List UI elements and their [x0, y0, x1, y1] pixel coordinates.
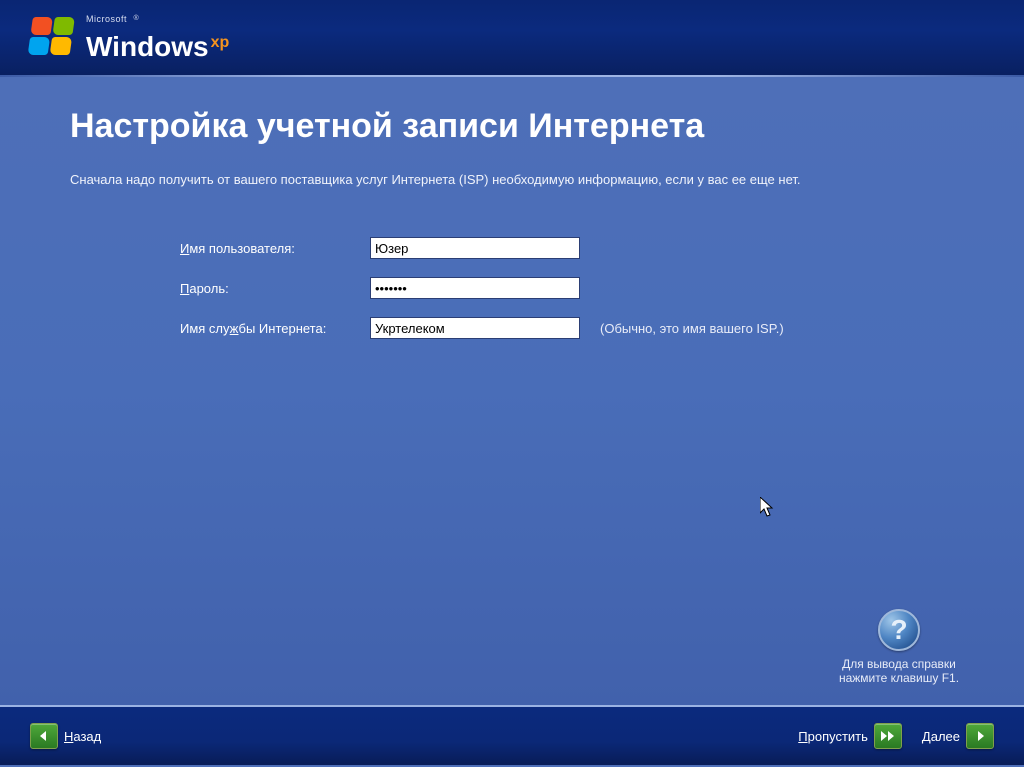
help-area: ? Для вывода справки нажмите клавишу F1. — [814, 609, 984, 685]
isp-row: Имя службы Интернета: (Обычно, это имя в… — [180, 317, 954, 339]
username-input[interactable] — [370, 237, 580, 259]
footer-bar: Назад Пропустить Далее — [0, 705, 1024, 765]
password-label: Пароль: — [180, 281, 370, 296]
brand-block: Microsoft ® Windows xp — [86, 15, 229, 61]
windows-flag-icon — [27, 17, 79, 59]
username-label: Имя пользователя: — [180, 241, 370, 256]
trademark-icon: ® — [133, 15, 138, 22]
help-text-line2: нажмите клавишу F1. — [814, 671, 984, 685]
back-button[interactable]: Назад — [30, 723, 101, 749]
arrow-right-icon — [966, 723, 994, 749]
content-area: Настройка учетной записи Интернета Снача… — [0, 77, 1024, 705]
help-text-line1: Для вывода справки — [814, 657, 984, 671]
brand-suffix: xp — [211, 35, 230, 51]
isp-input[interactable] — [370, 317, 580, 339]
arrow-left-icon — [30, 723, 58, 749]
brand-company: Microsoft — [86, 15, 127, 24]
mouse-cursor-icon — [760, 497, 776, 519]
form: Имя пользователя: Пароль: Имя службы Инт… — [180, 237, 954, 339]
help-icon[interactable]: ? — [878, 609, 920, 651]
page-title: Настройка учетной записи Интернета — [70, 107, 954, 146]
brand-name: Windows — [86, 33, 209, 61]
password-row: Пароль: — [180, 277, 954, 299]
next-button[interactable]: Далее — [922, 723, 994, 749]
username-row: Имя пользователя: — [180, 237, 954, 259]
skip-forward-icon — [874, 723, 902, 749]
isp-label: Имя службы Интернета: — [180, 321, 370, 336]
page-subtitle: Сначала надо получить от вашего поставщи… — [70, 172, 954, 187]
skip-button[interactable]: Пропустить — [798, 723, 902, 749]
title-bar: Microsoft ® Windows xp — [0, 0, 1024, 75]
password-input[interactable] — [370, 277, 580, 299]
isp-hint: (Обычно, это имя вашего ISP.) — [600, 321, 784, 336]
